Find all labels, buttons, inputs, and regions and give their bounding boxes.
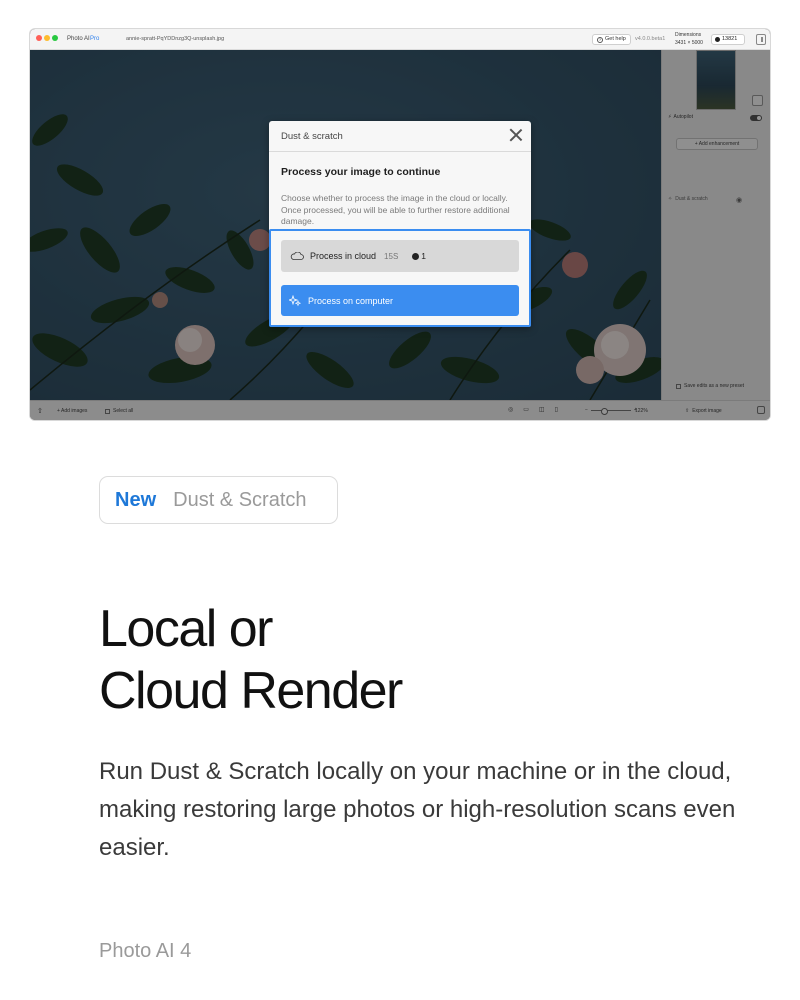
sidebar-toggle-icon[interactable] — [756, 34, 766, 45]
zoom-value[interactable]: 122% — [635, 408, 648, 414]
get-help-label: Get help — [605, 36, 626, 42]
credit-icon — [715, 37, 720, 42]
headline: Local or Cloud Render — [99, 598, 403, 722]
help-icon: ? — [597, 36, 603, 43]
cloud-credit-value: 1 — [421, 251, 427, 261]
zoom-control: − + — [585, 407, 637, 415]
zoom-out-icon[interactable]: − — [585, 407, 588, 413]
credit-icon — [412, 252, 420, 260]
autopilot-icon: ⚡ — [668, 114, 672, 120]
version-label: v4.0.0.beta1 — [635, 36, 666, 42]
zoom-window-button[interactable] — [52, 35, 58, 41]
save-preset-row[interactable]: Save edits as a new preset — [676, 383, 744, 389]
minimize-window-button[interactable] — [44, 35, 50, 41]
select-all-label: Select all — [113, 408, 134, 414]
add-enhancement-button[interactable]: + Add enhancement — [676, 138, 758, 150]
autopilot-toggle[interactable] — [750, 115, 762, 121]
right-sidebar: ⚡ Autopilot + Add enhancement ✧ Dust & s… — [661, 50, 770, 400]
zoom-slider[interactable] — [590, 407, 631, 415]
autopilot-label: Autopilot — [673, 114, 693, 120]
settings-icon[interactable] — [757, 406, 765, 414]
title-bar: Photo AI Pro annie-spratt-PqYDDnzg3Q-uns… — [30, 29, 770, 50]
process-in-cloud-button[interactable]: Process in cloud 15S 1 — [281, 240, 519, 272]
export-icon: ⇪ — [685, 408, 690, 414]
split-view-icon[interactable]: ◫ — [539, 406, 545, 413]
upload-icon[interactable]: ⇧ — [37, 407, 43, 415]
dust-scratch-row[interactable]: ✧ Dust & scratch — [668, 196, 766, 202]
autopilot-row: ⚡ Autopilot — [668, 114, 693, 120]
cloud-icon — [290, 252, 304, 260]
select-all-checkbox[interactable] — [105, 408, 110, 414]
save-preset-label: Save edits as a new preset — [684, 383, 745, 389]
image-thumbnail[interactable] — [696, 50, 736, 110]
bottom-toolbar: ⇧ + Add images Select all ◎ ▭ ◫ ▯ − + 12… — [30, 400, 770, 420]
process-on-computer-button[interactable]: Process on computer — [281, 285, 519, 316]
body-copy: Run Dust & Scratch locally on your machi… — [99, 758, 736, 861]
dimensions-label: Dimensions — [675, 32, 702, 38]
view-mode-group: ◎ ▭ ◫ ▯ — [508, 406, 558, 413]
export-label: Export image — [692, 408, 722, 414]
headline-line-2: Cloud Render — [99, 662, 403, 720]
credits-button[interactable]: 13821 — [711, 34, 745, 45]
single-view-icon[interactable]: ▭ — [523, 406, 529, 413]
dust-scratch-label: Dust & scratch — [675, 196, 708, 202]
file-name: annie-spratt-PqYDDnzg3Q-unsplash.jpg — [126, 36, 225, 42]
credits-value: 13821 — [722, 36, 738, 42]
dialog-description: Choose whether to process the image in t… — [281, 193, 510, 226]
new-badge-label: New — [115, 488, 157, 511]
cloud-time-estimate: 15S — [384, 251, 399, 261]
product-name: Photo AI 4 — [99, 940, 192, 962]
dialog-heading: Process your image to continue — [281, 166, 441, 178]
export-image-button[interactable]: ⇪ Export image — [685, 408, 722, 414]
preview-eye-icon[interactable]: ◎ — [508, 406, 513, 413]
feature-badge: New Dust & Scratch — [99, 476, 338, 524]
visibility-icon[interactable]: ◉ — [736, 196, 742, 204]
save-preset-checkbox[interactable] — [676, 383, 681, 389]
cloud-credit-cost: 1 — [412, 251, 426, 261]
dust-scratch-dialog: Dust & scratch Process your image to con… — [269, 121, 531, 327]
add-images-button[interactable]: + Add images — [57, 408, 87, 414]
dialog-header: Dust & scratch — [269, 121, 531, 152]
app-name: Photo AI — [67, 36, 90, 42]
feature-name: Dust & Scratch — [173, 488, 307, 511]
app-pro-badge: Pro — [90, 36, 100, 42]
sparkle-icon — [289, 294, 301, 306]
process-on-computer-label: Process on computer — [308, 295, 394, 306]
dimensions-value: 3431 × 5000 — [675, 40, 703, 46]
crop-icon[interactable] — [752, 95, 763, 106]
select-all-row[interactable]: Select all — [105, 408, 133, 414]
dust-scratch-icon: ✧ — [668, 196, 673, 202]
dialog-title: Dust & scratch — [281, 131, 343, 142]
close-icon[interactable] — [509, 128, 523, 142]
headline-line-1: Local or — [99, 600, 274, 658]
compare-view-icon[interactable]: ▯ — [555, 406, 558, 413]
process-in-cloud-label: Process in cloud — [310, 251, 377, 261]
get-help-button[interactable]: ? Get help — [592, 34, 631, 45]
close-window-button[interactable] — [36, 35, 42, 41]
